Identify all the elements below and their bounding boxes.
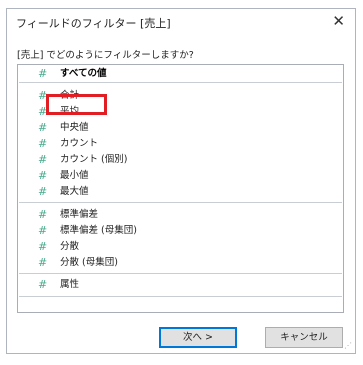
hash-icon: # (38, 256, 48, 269)
hash-icon: # (38, 67, 48, 80)
close-icon[interactable]: ✕ (332, 12, 345, 30)
list-item-label: 最小値 (60, 170, 89, 181)
list-item-count-distinct[interactable]: # カウント (個別) (18, 151, 343, 168)
hash-icon: # (38, 240, 48, 253)
dialog-title: フィールドのフィルター [売上] (16, 17, 171, 30)
list-item-label: 分散 (母集団) (60, 257, 118, 268)
hash-icon: # (38, 224, 48, 237)
list-divider (19, 296, 342, 297)
list-item-stdev-population[interactable]: # 標準偏差 (母集団) (18, 222, 343, 239)
hash-icon: # (38, 153, 48, 166)
list-item-attribute[interactable]: # 属性 (18, 276, 343, 293)
list-item-max[interactable]: # 最大値 (18, 183, 343, 200)
dialog-titlebar: フィールドのフィルター [売上] ✕ (7, 9, 355, 35)
list-item-label: 標準偏差 (60, 209, 99, 220)
aggregation-list: # すべての値 # 合計 # 平均 # 中央値 # カウント # カウント (個… (17, 64, 344, 313)
list-item-label: カウント (60, 138, 99, 149)
list-item-variance-population[interactable]: # 分散 (母集団) (18, 254, 343, 271)
list-item-count[interactable]: # カウント (18, 135, 343, 152)
resize-grip-icon[interactable]: ⋰ (344, 341, 352, 350)
list-item-label: 最大値 (60, 186, 89, 197)
list-item-all-values[interactable]: # すべての値 (18, 65, 343, 82)
list-item-min[interactable]: # 最小値 (18, 167, 343, 184)
hash-icon: # (38, 185, 48, 198)
list-item-variance[interactable]: # 分散 (18, 238, 343, 255)
filter-dialog: フィールドのフィルター [売上] ✕ [売上] でどのようにフィルターしますか?… (6, 8, 356, 354)
hash-icon: # (38, 169, 48, 182)
next-button[interactable]: 次へ > (159, 327, 237, 348)
hash-icon: # (38, 137, 48, 150)
list-divider (19, 82, 342, 83)
list-item-label: すべての値 (60, 68, 107, 79)
list-divider (19, 202, 342, 203)
filter-prompt: [売上] でどのようにフィルターしますか? (17, 50, 194, 61)
list-item-label: 標準偏差 (母集団) (60, 225, 137, 236)
list-item-label: カウント (個別) (60, 154, 128, 165)
cancel-button[interactable]: キャンセル (265, 327, 343, 348)
list-item-label: 属性 (60, 279, 80, 290)
list-divider (19, 273, 342, 274)
list-item-stdev[interactable]: # 標準偏差 (18, 206, 343, 223)
hash-icon: # (38, 121, 48, 134)
hash-icon: # (38, 278, 48, 291)
selection-highlight-box (46, 94, 107, 115)
list-item-median[interactable]: # 中央値 (18, 119, 343, 136)
list-item-label: 分散 (60, 241, 80, 252)
list-item-label: 中央値 (60, 122, 89, 133)
hash-icon: # (38, 208, 48, 221)
